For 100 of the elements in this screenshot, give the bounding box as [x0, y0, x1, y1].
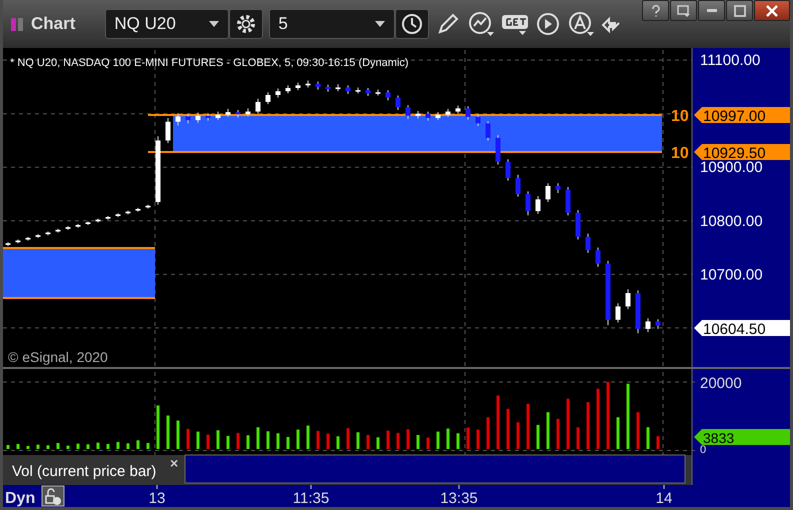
volume-bar — [336, 436, 340, 449]
volume-bar — [616, 417, 620, 449]
volume-bar — [396, 432, 400, 449]
volume-bar — [216, 430, 220, 449]
help-icon — [652, 4, 660, 16]
candlestick — [166, 117, 170, 144]
volume-bar — [176, 420, 180, 449]
chart-legend: * NQ U20, NASDAQ 100 E-MINI FUTURES - GLOBEX, 5, 09:30-16:15 (Dynamic) — [10, 57, 409, 69]
volume-bar — [266, 431, 270, 449]
close-icon — [766, 4, 778, 16]
settings-button[interactable] — [229, 9, 264, 39]
candlestick — [426, 111, 430, 122]
volume-bar — [546, 412, 550, 449]
line-chart-icon[interactable] — [467, 10, 496, 38]
study-label: Vol (current price bar) — [12, 463, 156, 480]
volume-bar — [136, 440, 140, 449]
volume-bar — [446, 428, 450, 449]
minimize-icon — [706, 9, 716, 12]
price-level-marker: 10 — [671, 108, 689, 125]
minimize-button[interactable] — [698, 0, 725, 21]
volume-tag-value: 3833 — [703, 430, 734, 446]
candlestick — [536, 196, 540, 214]
symbol-dropdown[interactable]: NQ U20 — [105, 9, 230, 39]
candlestick — [266, 92, 270, 105]
volume-axis-label: 0 — [700, 444, 706, 456]
volume-bar — [306, 426, 310, 449]
circled-letter-icon[interactable] — [567, 10, 596, 38]
volume-bar — [156, 405, 160, 449]
maximize-button[interactable] — [726, 0, 753, 21]
volume-bar — [466, 428, 470, 449]
candlestick — [626, 288, 630, 310]
candlestick — [516, 174, 520, 198]
volume-bar — [286, 436, 290, 449]
volume-bar — [126, 443, 130, 449]
price-axis-label: 10900.00 — [700, 159, 763, 176]
volume-bar — [26, 446, 30, 449]
dock-button[interactable] — [670, 0, 697, 21]
candlestick — [486, 120, 490, 141]
volume-bar — [316, 430, 320, 449]
volume-bar — [586, 402, 590, 449]
price-tag-value: 10604.50 — [703, 321, 766, 338]
volume-bar — [346, 428, 350, 449]
candlestick — [566, 186, 570, 216]
chart-window-icon — [11, 17, 25, 31]
candlestick — [386, 90, 390, 101]
interval-dropdown[interactable]: 5 — [269, 9, 396, 39]
candlestick — [276, 88, 280, 98]
volume-bar — [606, 382, 610, 449]
price-axis-label: 10800.00 — [700, 212, 763, 230]
volume-bar — [236, 432, 240, 449]
volume-bar — [16, 444, 20, 449]
time-button[interactable] — [395, 9, 430, 39]
candlestick — [196, 112, 200, 124]
volume-bar — [536, 424, 540, 449]
time-axis-mode[interactable]: Dyn — [5, 490, 36, 507]
volume-bar — [36, 444, 40, 449]
study-close-button[interactable]: × — [170, 455, 178, 471]
volume-bar — [66, 446, 70, 449]
volume-bar — [556, 418, 560, 449]
price-tag-value: 10997.00 — [703, 108, 766, 125]
caret-icon — [208, 20, 220, 28]
lock-icon[interactable] — [42, 486, 64, 506]
price-axis-label: 11100.00 — [700, 52, 760, 70]
close-button[interactable] — [754, 0, 790, 21]
volume-bar — [366, 434, 370, 449]
play-icon[interactable] — [535, 11, 562, 37]
time-axis-label: 13:35 — [440, 490, 478, 507]
volume-bar — [656, 436, 660, 449]
window-title: Chart — [31, 14, 76, 34]
volume-bar — [426, 438, 430, 449]
volume-bar — [356, 432, 360, 449]
candlestick — [546, 182, 550, 203]
candlestick — [526, 190, 530, 216]
time-axis-label: 11:35 — [292, 490, 330, 507]
price-tag-value: 10929.50 — [703, 145, 766, 162]
price-level-marker: 10 — [671, 145, 689, 162]
volume-bar — [46, 445, 50, 449]
maximize-icon — [734, 4, 746, 16]
volume-bar — [416, 434, 420, 449]
volume-bar — [186, 428, 190, 449]
candlestick — [476, 114, 480, 127]
volume-bar — [596, 388, 600, 449]
volume-bar — [646, 427, 650, 449]
volume-bar — [146, 442, 150, 449]
volume-bar — [276, 433, 280, 449]
volume-bar — [636, 412, 640, 449]
candlestick — [396, 95, 400, 110]
volume-bar — [76, 444, 80, 449]
volume-bar — [6, 444, 10, 449]
volume-bar — [476, 430, 480, 449]
price-axis-label: 10700.00 — [700, 266, 763, 284]
time-axis-label: 14 — [656, 490, 672, 507]
volume-bar — [436, 432, 440, 449]
volume-bar — [166, 416, 170, 449]
candlestick — [406, 104, 410, 120]
help-button[interactable] — [642, 0, 669, 21]
volume-bar — [226, 436, 230, 449]
volume-bar — [96, 442, 100, 449]
volume-bar — [496, 395, 500, 449]
window-dropdown-icon — [676, 4, 690, 16]
